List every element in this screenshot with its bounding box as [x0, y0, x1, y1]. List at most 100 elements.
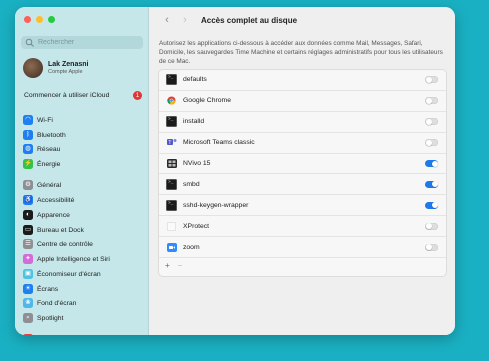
dock-icon: ▭ [23, 225, 33, 235]
siri-icon: ✦ [23, 254, 33, 264]
terminal-icon: >_ [166, 178, 177, 190]
app-name: defaults [183, 76, 207, 84]
app-row: T Microsoft Teams classic [159, 133, 446, 154]
app-name: Microsoft Teams classic [183, 139, 255, 147]
sidebar-item-label: Apple Intelligence et Siri [37, 255, 110, 263]
bluetooth-icon: ᛒ [23, 130, 33, 140]
sidebar-item-3[interactable]: ⚡ Énergie [23, 159, 60, 169]
app-name: installd [183, 118, 205, 126]
app-name: XProtect [183, 222, 210, 230]
zoom-icon [166, 242, 177, 252]
sidebar-item-6[interactable]: ◐ Apparence [23, 210, 70, 220]
access-toggle[interactable] [425, 180, 438, 188]
globe-icon: ◍ [23, 144, 33, 154]
icloud-setup-item[interactable]: Commencer à utiliser iCloud 1 [24, 91, 142, 100]
avatar [23, 58, 43, 78]
sidebar-item-label: Centre de contrôle [37, 240, 93, 248]
sidebar-item-8[interactable]: ☰ Centre de contrôle [23, 239, 93, 249]
app-row: >_ sshd-keygen-wrapper [159, 195, 446, 217]
app-name: sshd-keygen-wrapper [183, 201, 249, 209]
sidebar-item-label: Réseau [37, 145, 61, 153]
app-row: zoom [159, 237, 446, 259]
main-pane: ‹ › Accès complet au disque Autorisez le… [149, 7, 455, 335]
battery-icon: ⚡ [23, 159, 33, 169]
sidebar-item-label: Écrans [37, 285, 59, 293]
toolbar: ‹ › Accès complet au disque [161, 15, 297, 26]
sidebar-item-label: Spotlight [37, 314, 64, 322]
sidebar-item-1[interactable]: ᛒ Bluetooth [23, 130, 66, 140]
back-chevron-icon[interactable]: ‹ [161, 15, 173, 26]
profile-name: Lak Zenasni [48, 61, 89, 68]
icloud-label: Commencer à utiliser iCloud [24, 92, 110, 99]
sidebar-item-7[interactable]: ▭ Bureau et Dock [23, 225, 84, 235]
sidebar-item-label: Fond d'écran [37, 299, 77, 307]
sidebar-item-4[interactable]: ⚙ Général [23, 180, 61, 190]
appearance-icon: ◐ [23, 210, 33, 220]
terminal-icon: >_ [166, 116, 177, 128]
sidebar-item-13[interactable]: ⌕ Spotlight [23, 313, 63, 323]
teams-icon: T [166, 138, 177, 147]
app-name: NVivo 15 [183, 160, 211, 167]
access-toggle[interactable] [425, 97, 438, 105]
sidebar-item-14[interactable]: ◉Notifications [23, 334, 74, 335]
sidebar-item-10[interactable]: ▣ Économiseur d'écran [23, 269, 101, 279]
access-toggle[interactable] [425, 118, 438, 126]
wifi-icon: ◠ [23, 115, 33, 125]
search-field[interactable] [21, 36, 143, 49]
sidebar-item-12[interactable]: ❀ Fond d'écran [23, 298, 76, 308]
search-input[interactable] [38, 39, 138, 46]
sidebar-item-label: Accessibilité [37, 196, 75, 204]
access-toggle[interactable] [425, 139, 438, 147]
sidebar-item-label: Économiseur d'écran [37, 270, 101, 278]
sidebar: Lak Zenasni Compte Apple Commencer à uti… [15, 7, 149, 335]
sidebar-item-label: Bluetooth [37, 131, 66, 139]
remove-button[interactable]: − [178, 261, 183, 270]
minimize-button[interactable] [36, 16, 43, 23]
window-controls [24, 16, 55, 23]
terminal-icon: >_ [166, 74, 177, 86]
access-toggle[interactable] [425, 201, 438, 209]
access-toggle[interactable] [425, 76, 438, 84]
app-row: NVivo 15 [159, 154, 446, 175]
apple-account[interactable]: Lak Zenasni Compte Apple [23, 58, 88, 78]
notifications-icon: ◉ [23, 334, 33, 335]
zoom-button[interactable] [48, 16, 55, 23]
app-row: >_ installd [159, 112, 446, 133]
sidebar-item-label: Apparence [37, 211, 70, 219]
sidebar-item-label: Énergie [37, 160, 61, 168]
app-name: Google Chrome [183, 97, 231, 105]
profile-subtitle: Compte Apple [48, 69, 83, 75]
app-list: >_ defaults Google Chrome >_ installd T Micros… [158, 69, 447, 277]
sidebar-item-label: Wi-Fi [37, 116, 53, 124]
access-toggle[interactable] [425, 160, 438, 167]
sidebar-item-0[interactable]: ◠ Wi-Fi [23, 115, 53, 125]
forward-chevron-icon[interactable]: › [179, 15, 191, 26]
app-row: XProtect [159, 216, 446, 238]
app-name: zoom [183, 243, 200, 251]
sidebar-item-label: Bureau et Dock [37, 226, 84, 234]
app-row: Google Chrome [159, 91, 446, 112]
add-button[interactable]: + [165, 261, 170, 270]
gear-icon: ⚙ [23, 180, 33, 190]
sidebar-item-5[interactable]: ♿ Accessibilité [23, 195, 74, 205]
access-toggle[interactable] [425, 222, 438, 230]
sidebar-item-11[interactable]: ☀ Écrans [23, 284, 58, 294]
sidebar-item-9[interactable]: ✦ Apple Intelligence et Siri [23, 254, 110, 264]
description: Autorisez les applications ci-dessous à … [159, 40, 443, 65]
list-footer: + − [159, 258, 446, 272]
chrome-icon [166, 96, 177, 105]
close-button[interactable] [24, 16, 31, 23]
display-icon: ☀ [23, 284, 33, 294]
nvivo-icon [166, 159, 177, 168]
notification-badge: 1 [133, 91, 142, 100]
app-row: >_ smbd [159, 174, 446, 196]
app-row: >_ defaults [159, 70, 446, 91]
access-toggle[interactable] [425, 243, 438, 251]
spotlight-icon: ⌕ [23, 313, 33, 323]
xprotect-icon [166, 221, 177, 231]
sidebar-item-2[interactable]: ◍ Réseau [23, 144, 60, 154]
sidebar-item-label: Général [37, 181, 62, 189]
page-title: Accès complet au disque [201, 16, 298, 25]
wallpaper-icon: ❀ [23, 298, 33, 308]
terminal-icon: >_ [166, 199, 177, 211]
